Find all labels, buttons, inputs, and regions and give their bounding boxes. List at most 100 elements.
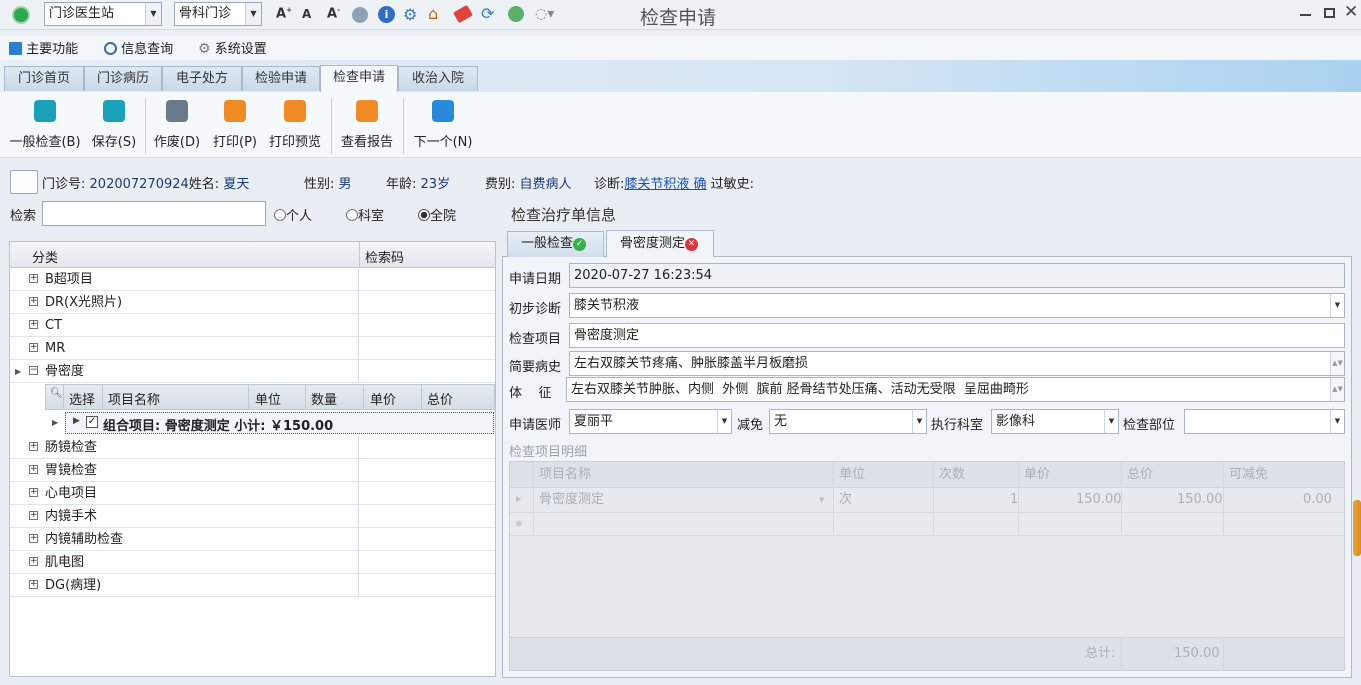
radio-personal[interactable]: 个人 [274,205,312,224]
part-select[interactable]: ▼ [1184,409,1345,434]
header-divider [359,242,360,268]
tab-exam-request[interactable]: 检查申请 [320,65,398,92]
collapse-icon[interactable]: − [29,366,38,375]
expand-icon[interactable]: + [29,297,38,306]
station-select[interactable]: 门诊医生站 ▼ [44,2,162,26]
diagnosis-link[interactable]: 膝关节积液 确 [624,177,706,192]
expand-icon[interactable]: + [29,488,38,497]
radio-all[interactable]: 全院 [418,205,456,224]
users-gear-icon[interactable] [352,7,368,23]
close-icon[interactable]: ✕ [1344,2,1358,22]
group-row[interactable]: ▶ ✓ 组合项目: 骨密度测定 小计: ￥150.00 [65,412,494,434]
signs-field[interactable]: 左右双膝关节肿胀、内侧 外侧 膑前 胫骨结节处压痛、活动无受限 呈屈曲畸形 ▲▼ [566,377,1345,402]
chevron-down-icon[interactable]: ▼ [1104,410,1118,433]
expand-icon[interactable]: + [29,580,38,589]
expand-icon[interactable]: + [29,320,38,329]
home-icon[interactable]: ⌂ [428,5,438,23]
view-report-button[interactable]: 查看报告 [337,100,397,150]
prelim-diag-value: 膝关节积液 [574,298,640,313]
chevron-down-icon[interactable]: ▼ [819,496,824,504]
discount-select[interactable]: 无 ▼ [769,409,927,434]
tree-row-gastroscopy[interactable]: + 胃镜检查 [10,459,495,482]
exec-dept-select[interactable]: 影像科 ▼ [991,409,1119,434]
vertical-scrollbar[interactable] [1353,500,1361,556]
prelim-diag-label: 初步诊断 [509,302,562,317]
tab-prescription[interactable]: 电子处方 [162,66,242,91]
chevron-down-icon[interactable]: ▼ [1330,410,1344,433]
expand-icon[interactable]: + [29,465,38,474]
app-logo-icon [12,6,30,24]
void-button[interactable]: 作废(D) [151,100,203,150]
expand-icon[interactable]: + [29,274,38,283]
tree-row-emg[interactable]: + 肌电图 [10,551,495,574]
menu-query-label: 信息查询 [121,42,174,57]
history-field[interactable]: 左右双膝关节疼痛、肿胀膝盖半月板磨损 ▲▼ [569,351,1345,376]
tree-row-bultrasound[interactable]: + B超项目 [10,268,495,291]
refresh-icon[interactable]: ⟳ [481,5,494,23]
doctor-select[interactable]: 夏丽平 ▼ [569,409,732,434]
tree-row-endo-surgery[interactable]: + 内镜手术 [10,505,495,528]
chevron-down-icon[interactable]: ▼ [717,410,731,433]
expand-icon[interactable]: + [29,534,38,543]
tab-general-exam[interactable]: 一般检查 ✓ [507,231,604,257]
tree-row-endo-aux[interactable]: + 内镜辅助检查 [10,528,495,551]
sub-grid-divider [102,384,103,410]
expand-icon[interactable]: + [29,511,38,520]
prelim-diag-field[interactable]: 膝关节积液 ▼ [569,293,1345,318]
print-preview-button[interactable]: 打印预览 [266,100,324,150]
tree-row-ecg[interactable]: + 心电项目 [10,482,495,505]
tree-row-colonoscopy[interactable]: + 肠镜检查 [10,436,495,459]
menu-main-label: 主要功能 [26,42,79,57]
minimize-icon[interactable] [1300,14,1311,16]
diag-label: 诊断: [594,177,625,192]
group-expand-icon[interactable]: ▶ [73,416,80,426]
radio-dept[interactable]: 科室 [346,205,384,224]
toolbar-divider [403,98,404,154]
exam-item-field[interactable]: 骨密度测定 [569,323,1345,348]
tree-row-pathology[interactable]: + DG(病理) [10,574,495,597]
dept-select[interactable]: 骨科门诊 ▼ [174,2,262,26]
tab-clinic-record[interactable]: 门诊病历 [84,66,162,91]
restore-icon[interactable] [1324,8,1335,18]
apply-date-field[interactable]: 2020-07-27 16:23:54 [569,263,1345,288]
expand-icon[interactable]: + [29,343,38,352]
save-button[interactable]: 保存(S) [89,100,139,150]
menu-main[interactable]: 主要功能 [9,38,78,57]
chevron-down-icon[interactable]: ▼ [1330,294,1344,317]
settings-icon[interactable]: ⚙ [403,6,417,23]
search-input[interactable] [42,201,266,226]
sub-grid-search-icon[interactable]: 🔍︎ [50,388,63,399]
tab-admission[interactable]: 收治入院 [398,66,478,91]
print-button[interactable]: 打印(P) [209,100,261,150]
font-increase-icon[interactable]: A+ [276,6,292,21]
group-checkbox[interactable]: ✓ [86,416,98,428]
font-decrease-icon[interactable]: A- [327,6,340,21]
menu-query[interactable]: 信息查询 [104,38,173,57]
search-icon [104,42,117,55]
scroll-arrows-icon[interactable]: ▲▼ [1330,352,1344,375]
tree-row-bone-density[interactable]: ▶ − 骨密度 [10,360,495,383]
menu-settings[interactable]: ⚙ 系统设置 [198,38,267,57]
next-button[interactable]: 下一个(N) [410,100,476,150]
info-icon[interactable]: i [378,6,395,23]
expand-icon[interactable]: + [29,442,38,451]
tab-bone-density[interactable]: 骨密度测定 ✕ [606,230,714,257]
people-icon[interactable] [508,6,524,22]
tree-row-mr[interactable]: + MR [10,337,495,360]
general-exam-button[interactable]: 一般检查(B) [6,100,84,150]
font-normal-icon[interactable]: A [302,7,311,21]
patient-edit-icon[interactable] [10,170,38,194]
print-label: 打印(P) [213,135,257,150]
tab-lab-request[interactable]: 检验申请 [242,66,320,91]
tree-row-label: MR [45,341,66,356]
tab-clinic-home[interactable]: 门诊首页 [4,66,84,91]
detail-row[interactable]: ▶ 骨密度测定 ▼ 次 1 150.00 150.00 0.00 [510,488,1344,513]
close-circle-icon[interactable]: ✕ [685,238,699,251]
tree-row-dr[interactable]: + DR(X光照片) [10,291,495,314]
col-divider [358,528,359,551]
expand-icon[interactable]: + [29,557,38,566]
scroll-arrows-icon[interactable]: ▲▼ [1330,378,1344,401]
loading-icon[interactable]: ◌▾ [535,6,554,23]
tree-row-ct[interactable]: + CT [10,314,495,337]
chevron-down-icon[interactable]: ▼ [912,410,926,433]
